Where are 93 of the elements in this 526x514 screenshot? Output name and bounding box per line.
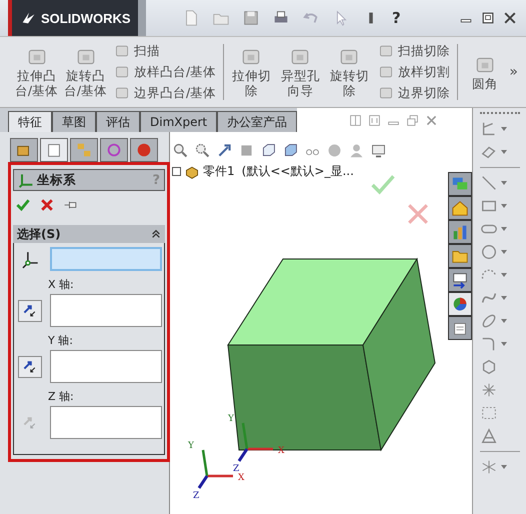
tab[interactable]: 评估: [96, 111, 140, 132]
triangle-icon: [480, 427, 498, 445]
ribbon-button[interactable]: 旋转切除: [324, 46, 374, 98]
cube-icon[interactable]: [282, 142, 299, 159]
feature-icon: [378, 43, 394, 59]
section-header[interactable]: 选择(S): [13, 225, 165, 243]
arrows-icon: [22, 414, 38, 430]
tab[interactable]: 特征: [8, 111, 52, 132]
bar-chart-icon: [451, 223, 469, 241]
ribbon-button[interactable]: 边界切除: [378, 84, 450, 102]
feature-icon: [378, 64, 394, 80]
ellipse-icon: [480, 312, 498, 330]
field-label: Z 轴:: [48, 389, 75, 404]
blocks-icon: [75, 141, 93, 159]
more-button[interactable]: »: [509, 64, 518, 80]
logo: SOLIDWORKS: [8, 0, 138, 36]
feature-icon: [378, 85, 394, 101]
zoom-icon[interactable]: [172, 142, 189, 159]
task-pane-tab[interactable]: [448, 196, 472, 220]
triad-drawing: [198, 450, 233, 489]
close-icon[interactable]: [39, 197, 55, 213]
tab[interactable]: 草图: [52, 111, 96, 132]
color-ball-icon: [135, 141, 153, 159]
selection-field[interactable]: [50, 247, 162, 271]
monitor-icon[interactable]: [370, 142, 387, 159]
expand-icon[interactable]: [172, 167, 181, 176]
feature-icon: [114, 85, 130, 101]
coordinate-axes-icon: [18, 172, 34, 188]
panel-tab[interactable]: [10, 138, 38, 162]
ribbon-button[interactable]: 放样凸台/基体: [114, 64, 216, 80]
circle-icon: [480, 243, 498, 261]
axis-label: Y: [228, 414, 234, 424]
tab[interactable]: 办公室产品: [217, 111, 298, 132]
toolbar-grip[interactable]: [480, 112, 520, 116]
ribbon-button[interactable]: 边界凸台/基体: [114, 84, 216, 102]
panel-title: 坐标系: [37, 172, 76, 188]
axis-label: Y: [188, 441, 194, 451]
ribbon-button[interactable]: 异型孔向导: [276, 46, 325, 98]
line-icon: [480, 174, 498, 192]
split-view-icon[interactable]: [368, 114, 381, 126]
color-wheel-icon: [451, 295, 469, 313]
collapse-icon[interactable]: [151, 229, 161, 239]
house-icon: [451, 199, 469, 217]
target-icon: [105, 141, 123, 159]
panel-tab[interactable]: [40, 138, 68, 162]
zoom-icon[interactable]: [194, 142, 211, 159]
feature-icon: [114, 43, 130, 59]
task-pane-tab[interactable]: [448, 292, 472, 316]
panel-tab[interactable]: [130, 138, 158, 162]
feature-icon: [114, 64, 130, 80]
tree-item[interactable]: 零件1: [203, 163, 235, 180]
split-view-icon[interactable]: [349, 114, 362, 126]
close-icon[interactable]: [502, 10, 518, 26]
axis-label: Z: [193, 491, 200, 501]
task-pane-tab[interactable]: [448, 316, 472, 340]
arrows-icon: [22, 302, 38, 318]
ribbon-button[interactable]: 拉伸切除: [226, 46, 276, 98]
check-icon[interactable]: [15, 197, 31, 213]
save-icon[interactable]: [242, 9, 260, 27]
panel-tab[interactable]: [100, 138, 128, 162]
axis-label: Z: [233, 464, 240, 474]
task-pane-tab[interactable]: [448, 268, 472, 292]
axis-label: X: [238, 473, 244, 483]
ribbon-button[interactable]: 旋转凸台/基体: [61, 46, 110, 98]
cube-icon[interactable]: [260, 142, 277, 159]
reverse-direction-button[interactable]: [18, 300, 42, 322]
ribbon-button[interactable]: 扫描: [114, 42, 216, 60]
task-pane-tab[interactable]: [448, 220, 472, 244]
sphere-icon[interactable]: [326, 142, 343, 159]
ribbon-button[interactable]: 扫描切除: [378, 42, 450, 60]
triad-drawing: [238, 422, 273, 462]
configuration-name: (默认<<默认>_显...: [242, 163, 354, 180]
document-icon: [45, 141, 63, 159]
selection-field[interactable]: [50, 294, 162, 327]
list-arrow-icon: [451, 271, 469, 289]
ribbon-button[interactable]: 圆角: [460, 54, 510, 90]
maximize-icon[interactable]: [480, 10, 496, 26]
selection-field[interactable]: [50, 350, 162, 383]
task-pane-tab[interactable]: [448, 172, 472, 196]
reverse-direction-button[interactable]: [18, 356, 42, 378]
panel-tab[interactable]: [70, 138, 98, 162]
field-label: X 轴:: [48, 277, 75, 292]
origin-icon: [20, 249, 40, 269]
arrows-icon: [22, 358, 38, 374]
tab[interactable]: DimXpert: [140, 111, 218, 132]
help-button[interactable]: ?: [392, 9, 401, 27]
field-label: Y 轴:: [48, 333, 74, 348]
point-icon: [480, 381, 498, 399]
ribbon-button[interactable]: 拉伸凸台/基体: [12, 46, 61, 98]
restore-icon[interactable]: [406, 114, 419, 126]
ribbon-button[interactable]: 放样切割: [378, 64, 450, 80]
task-pane-tab[interactable]: [448, 244, 472, 268]
dashed-rectangle-icon: [480, 404, 498, 422]
